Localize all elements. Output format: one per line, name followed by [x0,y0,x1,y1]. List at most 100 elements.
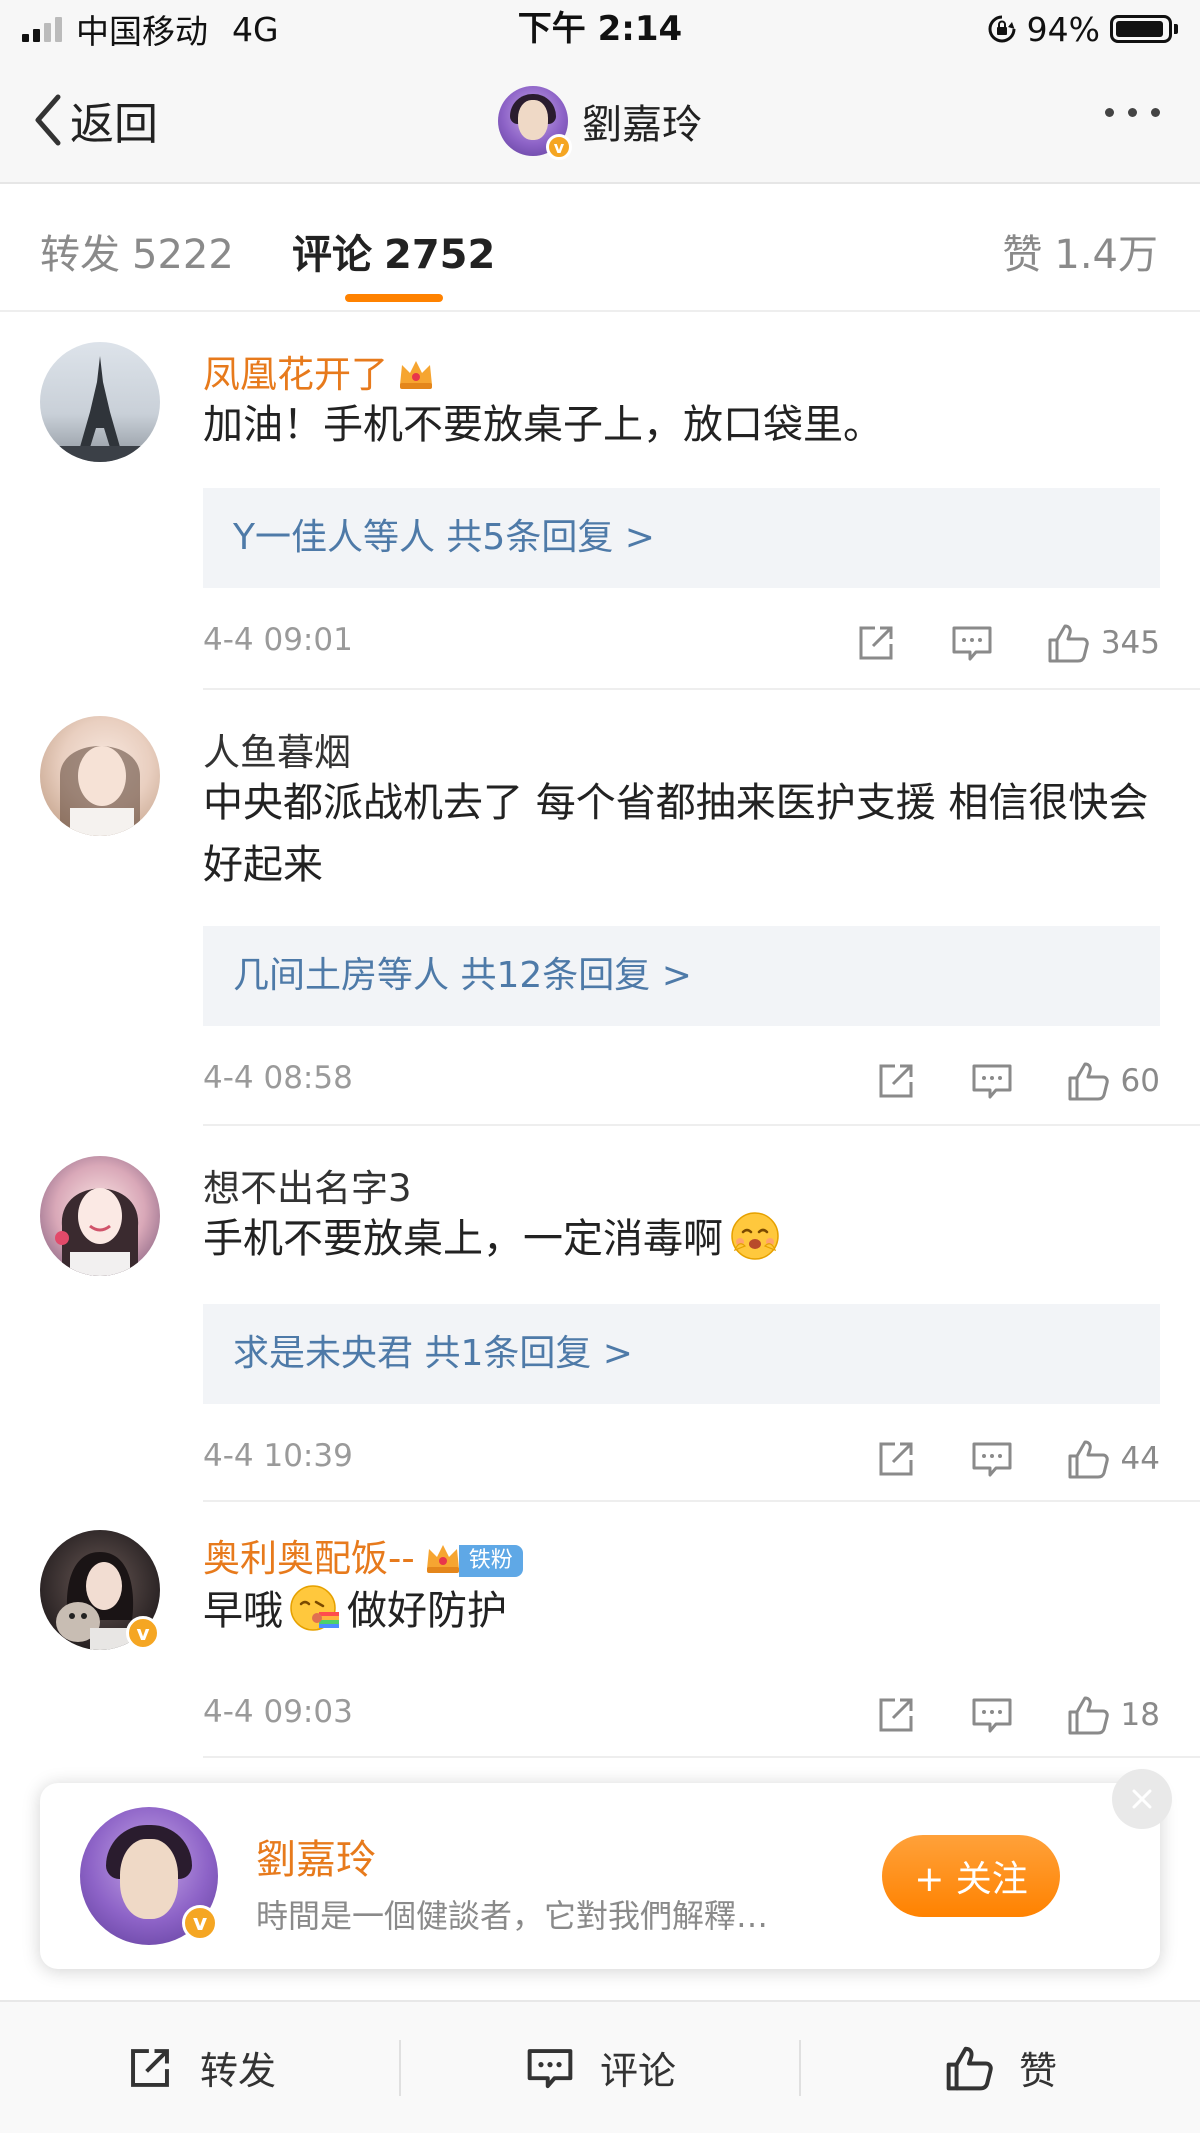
portrait-image [55,1188,139,1276]
thumbs-up-icon [1068,1062,1109,1101]
reply-summary-text: 几间土房等人 共12条回复 > [233,955,692,996]
comment-text-before: 早哦 [203,1588,283,1634]
reply-summary-text: 求是未央君 共1条回复 > [233,1333,633,1374]
popup-bio: 時間是一個健談者，它對我們解釋… [256,1897,769,1935]
comment-text: 加油！手机不要放桌子上，放口袋里。 [203,402,883,448]
comment-author-name: 凤凰花开了 [203,353,388,396]
popup-name: 劉嘉玲 [256,1837,376,1883]
like-button[interactable]: 44 [1065,1436,1160,1482]
comment-time: 4-4 08:58 [203,1060,353,1096]
comment-author[interactable]: 奥利奥配饭-- 铁粉 [203,1528,523,1582]
comment-text-content: 手机不要放桌上，一定消毒啊 [203,1216,723,1262]
comment-icon [972,1064,1012,1099]
tab-indicator [345,294,443,302]
share-icon [879,1064,913,1098]
comment-meta: 4-4 09:01 345 [203,614,1160,674]
share-icon [879,1442,913,1476]
comment-author[interactable]: 想不出名字3 [203,1158,412,1212]
tab-comment-label: 评论 [292,232,372,278]
share-button[interactable] [873,1692,919,1738]
comment-text-after: 做好防护 [347,1588,507,1634]
share-icon [879,1698,913,1732]
rainbow-emoji-icon [290,1585,339,1631]
like-count: 44 [1120,1441,1160,1477]
nav-profile[interactable]: v 劉嘉玲 [0,84,1200,160]
blush-emoji-icon [731,1212,779,1260]
verified-badge: v [126,1616,160,1650]
comment-icon [972,1698,1012,1733]
comment-icon [972,1442,1012,1477]
comment-author-name: 想不出名字3 [203,1167,412,1210]
crown-icon [426,1545,459,1573]
tab-comment-count: 2752 [384,232,496,278]
comment-label: 评论 [599,2049,676,2093]
comment-time: 4-4 09:03 [203,1694,353,1730]
follow-button[interactable]: + 关注 [882,1835,1060,1917]
comment-text: 手机不要放桌上，一定消毒啊 [203,1208,1153,1270]
comment-text: 早哦 做好防护 [203,1580,1153,1642]
comment-button[interactable]: 评论 [400,2002,800,2133]
comment-time: 4-4 09:01 [203,622,353,658]
battery-icon [1110,15,1178,43]
reply-summary[interactable]: 几间土房等人 共12条回复 > [203,926,1160,1026]
comment-text: 中央都派战机去了 每个省都抽来医护支援 相信很快会好起来 [203,780,1149,888]
more-options-icon[interactable] [1105,108,1160,117]
thumbs-up-icon [946,2046,993,2090]
portrait-image [60,746,140,836]
divider [203,1756,1200,1758]
crown-icon [400,361,432,389]
battery-percent: 94% [1026,9,1100,49]
share-icon [131,2048,169,2087]
tab-comment[interactable]: 评论 2752 [292,222,495,280]
like-count: 18 [1120,1697,1160,1733]
comment-item: 凤凰花开了 加油！手机不要放桌子上，放口袋里。 Y一佳人等人 共5条回复 > 4… [0,312,1200,690]
like-button[interactable]: 60 [1065,1058,1160,1104]
like-label: 赞 [1018,2049,1057,2093]
share-button[interactable] [873,1058,919,1104]
reply-button[interactable] [969,1436,1015,1482]
avatar[interactable]: v [498,86,572,160]
fan-badge: 铁粉 [458,1545,523,1577]
like-button[interactable]: 18 [1065,1692,1160,1738]
avatar[interactable] [40,716,160,836]
tab-bar: 转发 5222 评论 2752 赞 1.4万 [0,184,1200,312]
like-button[interactable]: 赞 [800,2002,1200,2133]
comment-author[interactable]: 凤凰花开了 [203,344,436,398]
like-count: 345 [1100,625,1160,661]
comment-icon [527,2048,573,2088]
reply-summary[interactable]: Y一佳人等人 共5条回复 > [203,488,1160,588]
repost-button[interactable]: 转发 [0,2002,400,2133]
share-button[interactable] [853,620,899,666]
reply-button[interactable] [969,1692,1015,1738]
eiffel-tower-image [40,356,160,462]
close-button[interactable] [1112,1769,1172,1829]
reply-summary[interactable]: 求是未央君 共1条回复 > [203,1304,1160,1404]
reply-button[interactable] [969,1058,1015,1104]
comment-author-name: 人鱼暮烟 [203,731,351,774]
bottom-action-bar: 转发 评论 赞 [0,2000,1200,2133]
share-button[interactable] [873,1436,919,1482]
avatar[interactable] [40,342,160,462]
tab-like-label: 赞 [1002,232,1043,278]
like-button[interactable]: 345 [1045,620,1160,666]
reply-summary-text: Y一佳人等人 共5条回复 > [233,517,655,558]
avatar[interactable] [40,1156,160,1276]
comment-author[interactable]: 人鱼暮烟 [203,722,351,776]
comment-meta: 4-4 10:39 44 [203,1430,1160,1490]
share-icon [859,626,893,660]
avatar[interactable]: v [80,1807,218,1945]
like-count: 60 [1120,1063,1160,1099]
comment-actions: 345 [853,616,1160,670]
status-bar: 中国移动 4G 下午 2:14 94% [0,0,1200,58]
follow-suggestion-card[interactable]: v 劉嘉玲 時間是一個健談者，它對我們解釋… + 关注 [40,1769,1172,1969]
tab-like[interactable]: 赞 1.4万 [1002,222,1158,280]
battery-fill [1116,21,1163,37]
comment-meta: 4-4 09:03 18 [203,1686,1160,1746]
comment-meta: 4-4 08:58 60 [203,1052,1160,1112]
page-title: 劉嘉玲 [582,102,702,148]
avatar[interactable]: v [40,1530,160,1650]
reply-button[interactable] [949,620,995,666]
rotation-lock-icon [988,15,1016,43]
comment-actions: 60 [873,1054,1160,1108]
tab-repost[interactable]: 转发 5222 [40,222,234,280]
